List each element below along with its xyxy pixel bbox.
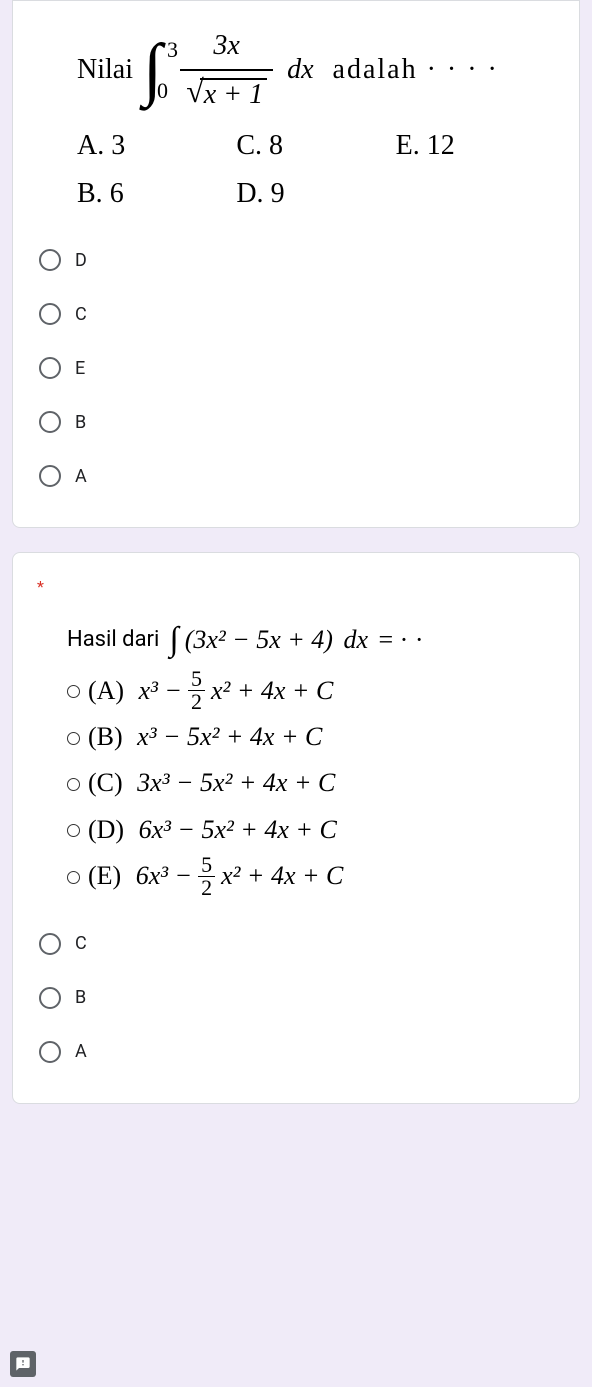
radio-icon xyxy=(67,732,80,745)
radio-icon xyxy=(67,778,80,791)
q2-choice-c: (C) 3x³ − 5x² + 4x + C xyxy=(67,761,555,805)
option-c[interactable]: C xyxy=(39,287,555,341)
q2-options: C B A xyxy=(37,917,555,1079)
radio-icon xyxy=(67,824,80,837)
option-a[interactable]: A xyxy=(39,1025,555,1079)
radio-icon xyxy=(67,871,80,884)
question-2-image: Hasil dari ∫ (3x² − 5x + 4) dx = · · (A)… xyxy=(37,618,555,899)
radio-icon xyxy=(39,303,61,325)
q1-prefix: Nilai xyxy=(77,49,133,91)
radio-icon xyxy=(39,411,61,433)
q1-options: D C E B A xyxy=(37,233,555,503)
required-indicator: * xyxy=(37,577,555,596)
question-card-2: * Hasil dari ∫ (3x² − 5x + 4) dx = · · (… xyxy=(12,552,580,1104)
radio-icon xyxy=(39,1041,61,1063)
radio-icon xyxy=(67,685,80,698)
integrand-fraction: 3x √ x + 1 xyxy=(180,25,273,115)
question-1-image: Nilai ∫ 3 0 3x √ x + 1 dx adalah · · · · xyxy=(37,25,555,215)
radio-icon xyxy=(39,357,61,379)
radio-icon xyxy=(39,987,61,1009)
option-c[interactable]: C xyxy=(39,917,555,971)
q2-choice-a: (A) x³ − 52 x² + 4x + C xyxy=(67,668,555,713)
question-card-1: Nilai ∫ 3 0 3x √ x + 1 dx adalah · · · · xyxy=(12,0,580,528)
option-d[interactable]: D xyxy=(39,233,555,287)
option-a[interactable]: A xyxy=(39,449,555,503)
q2-choice-e: (E) 6x³ − 52 x² + 4x + C xyxy=(67,854,555,899)
option-b[interactable]: B xyxy=(39,395,555,449)
integral-symbol: ∫ 3 0 xyxy=(143,35,162,105)
alert-icon xyxy=(15,1356,31,1372)
option-b[interactable]: B xyxy=(39,971,555,1025)
option-e[interactable]: E xyxy=(39,341,555,395)
q1-answer-grid: A. 3 C. 8 E. 12 B. 6 D. 9 xyxy=(77,125,555,215)
q2-choice-b: (B) x³ − 5x² + 4x + C xyxy=(67,715,555,759)
radio-icon xyxy=(39,249,61,271)
q2-choice-d: (D) 6x³ − 5x² + 4x + C xyxy=(67,808,555,852)
radio-icon xyxy=(39,465,61,487)
q1-suffix: adalah · · · · xyxy=(333,49,499,91)
report-problem-button[interactable] xyxy=(10,1351,36,1377)
radio-icon xyxy=(39,933,61,955)
